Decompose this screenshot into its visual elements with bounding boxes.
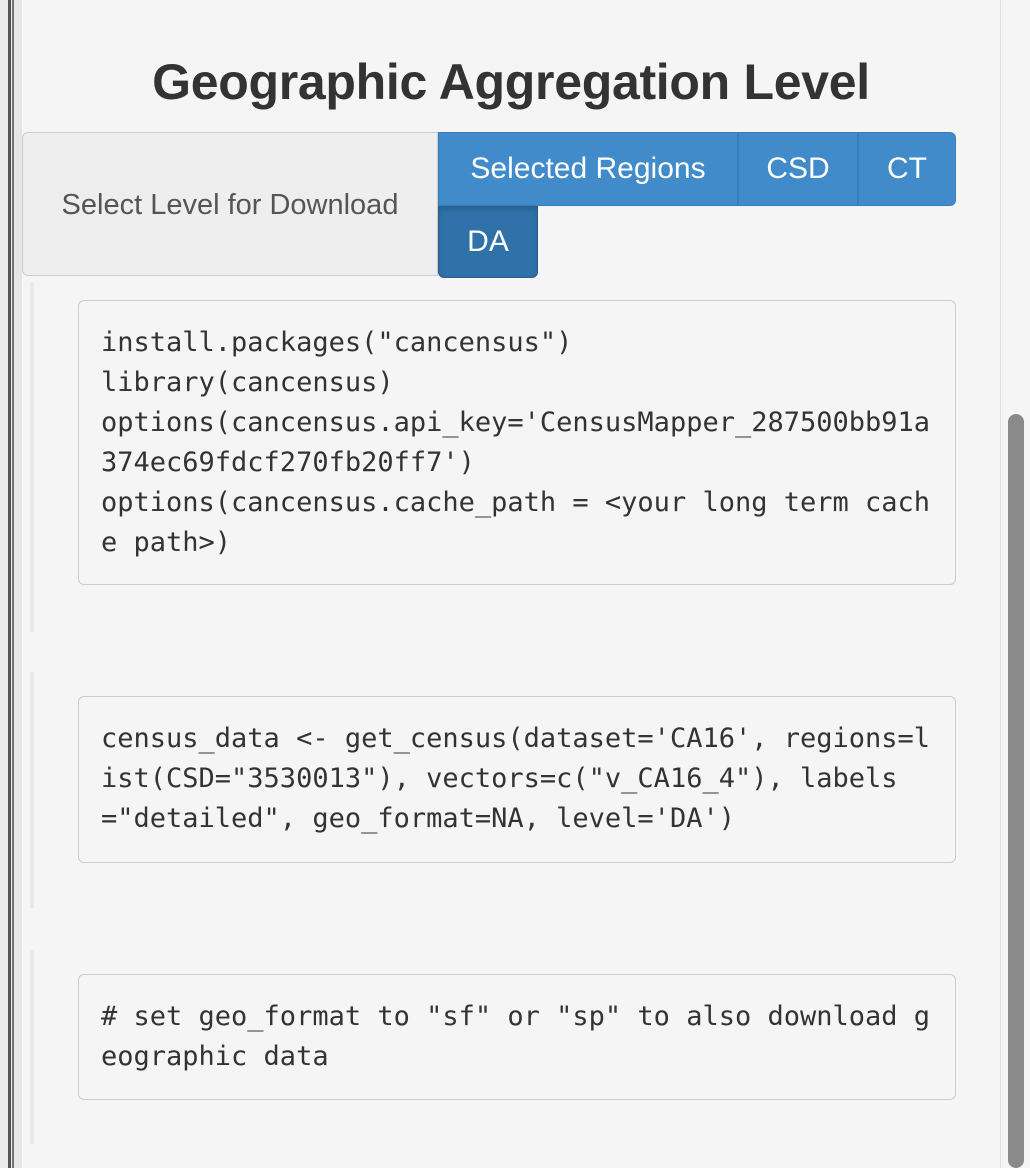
code-block-setup[interactable]: install.packages("cancensus") library(ca… bbox=[78, 300, 956, 585]
level-button-csd[interactable]: CSD bbox=[738, 132, 858, 206]
panel-border bbox=[8, 0, 11, 1168]
section-title: Geographic Aggregation Level bbox=[152, 54, 870, 110]
code-strip bbox=[30, 950, 34, 1144]
code-strip bbox=[30, 672, 34, 908]
level-button-da[interactable]: DA bbox=[438, 206, 538, 278]
code-block-get-census[interactable]: census_data <- get_census(dataset='CA16'… bbox=[78, 696, 956, 863]
level-select-label: Select Level for Download bbox=[22, 132, 438, 276]
level-button-selected-regions[interactable]: Selected Regions bbox=[438, 132, 738, 206]
code-strip bbox=[30, 282, 34, 632]
scrollbar-thumb[interactable] bbox=[1008, 414, 1024, 1168]
panel-right-border bbox=[1000, 0, 1001, 1168]
panel-gutter bbox=[14, 0, 22, 1168]
code-block-geo-format-note[interactable]: # set geo_format to "sf" or "sp" to also… bbox=[78, 974, 956, 1100]
level-button-ct[interactable]: CT bbox=[858, 132, 956, 206]
